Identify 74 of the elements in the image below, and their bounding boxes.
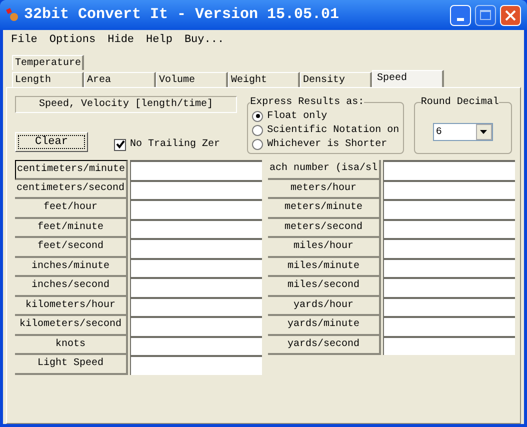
clear-button[interactable]: Clear	[15, 132, 88, 152]
radio-label: Scientific Notation on	[267, 124, 400, 138]
menu-item[interactable]: File	[11, 32, 38, 48]
radio-button[interactable]	[252, 110, 264, 122]
unit-label: centimeters/second	[15, 180, 128, 199]
minimize-button[interactable]	[450, 4, 471, 26]
unit-value-field[interactable]	[130, 238, 262, 258]
unit-value-field[interactable]	[130, 180, 262, 199]
unit-value-field[interactable]	[130, 218, 262, 238]
unit-value-field[interactable]	[383, 160, 515, 180]
radio-button[interactable]	[252, 124, 264, 136]
unit-value-field[interactable]	[383, 277, 515, 296]
unit-value-field[interactable]	[130, 277, 262, 296]
unit-value-field[interactable]	[130, 355, 262, 374]
window-title: 32bit Convert It - Version 15.05.01	[24, 4, 340, 25]
unit-label: feet/hour	[15, 199, 128, 218]
minimize-icon	[457, 18, 464, 20]
radio-button[interactable]	[252, 138, 264, 150]
tab[interactable]: Volume	[156, 72, 228, 87]
checkbox[interactable]	[114, 138, 126, 150]
unit-value-field[interactable]	[383, 180, 515, 199]
maximize-icon	[480, 10, 491, 20]
unit-value-field[interactable]	[383, 238, 515, 258]
tab[interactable]: Weight	[228, 72, 300, 87]
decimal-dropdown[interactable]: 6	[432, 123, 493, 141]
unit-label: inches/second	[15, 277, 128, 296]
tab[interactable]: Temperature	[12, 55, 84, 70]
tab[interactable]: Length	[12, 72, 84, 87]
maximize-button[interactable]	[475, 4, 496, 26]
unit-value-field[interactable]	[383, 296, 515, 316]
unit-label: miles/hour	[268, 238, 381, 258]
unit-value-field[interactable]	[130, 316, 262, 336]
unit-label: ach number (isa/sl	[268, 160, 381, 180]
unit-value-field[interactable]	[130, 258, 262, 277]
close-button[interactable]	[500, 4, 521, 26]
unit-label: miles/minute	[268, 258, 381, 277]
unit-label: knots	[15, 336, 128, 355]
unit-label: kilometers/second	[15, 316, 128, 336]
unit-label: centimeters/minute	[15, 160, 128, 180]
category-label: Speed, Velocity [length/time]	[15, 96, 238, 113]
unit-value-field[interactable]	[130, 160, 262, 180]
unit-label: Light Speed	[15, 355, 128, 374]
unit-label: yards/minute	[268, 316, 381, 336]
unit-label: meters/minute	[268, 199, 381, 218]
unit-value-field[interactable]	[383, 336, 515, 355]
close-icon	[505, 10, 516, 20]
menu-item[interactable]: Hide	[108, 32, 134, 48]
radio-label: Float only	[267, 110, 328, 124]
unit-label: yards/second	[268, 336, 381, 355]
app-icon	[4, 7, 20, 23]
check-icon	[116, 140, 124, 149]
tab[interactable]: Density	[300, 72, 372, 87]
unit-value-field[interactable]	[130, 296, 262, 316]
unit-label: feet/second	[15, 238, 128, 258]
unit-value-field[interactable]	[130, 336, 262, 355]
checkbox-label: No Trailing Zer	[130, 138, 220, 152]
menu-item[interactable]: Buy...	[184, 32, 224, 48]
unit-label: miles/second	[268, 277, 381, 296]
unit-value-field[interactable]	[383, 199, 515, 218]
menu-item[interactable]: Options	[49, 32, 96, 48]
unit-label: yards/hour	[268, 296, 381, 316]
unit-value-field[interactable]	[383, 258, 515, 277]
unit-label: kilometers/hour	[15, 296, 128, 316]
unit-label: meters/second	[268, 218, 381, 238]
unit-value-field[interactable]	[130, 199, 262, 218]
unit-value-field[interactable]	[383, 316, 515, 336]
unit-label: inches/minute	[15, 258, 128, 277]
tab[interactable]: Area	[84, 72, 156, 87]
menu-item[interactable]: Help	[146, 32, 172, 48]
unit-value-field[interactable]	[383, 218, 515, 238]
unit-label: meters/hour	[268, 180, 381, 199]
tab[interactable]: Speed	[372, 70, 444, 87]
unit-label: feet/minute	[15, 218, 128, 238]
radio-label: Whichever is Shorter	[267, 138, 388, 152]
